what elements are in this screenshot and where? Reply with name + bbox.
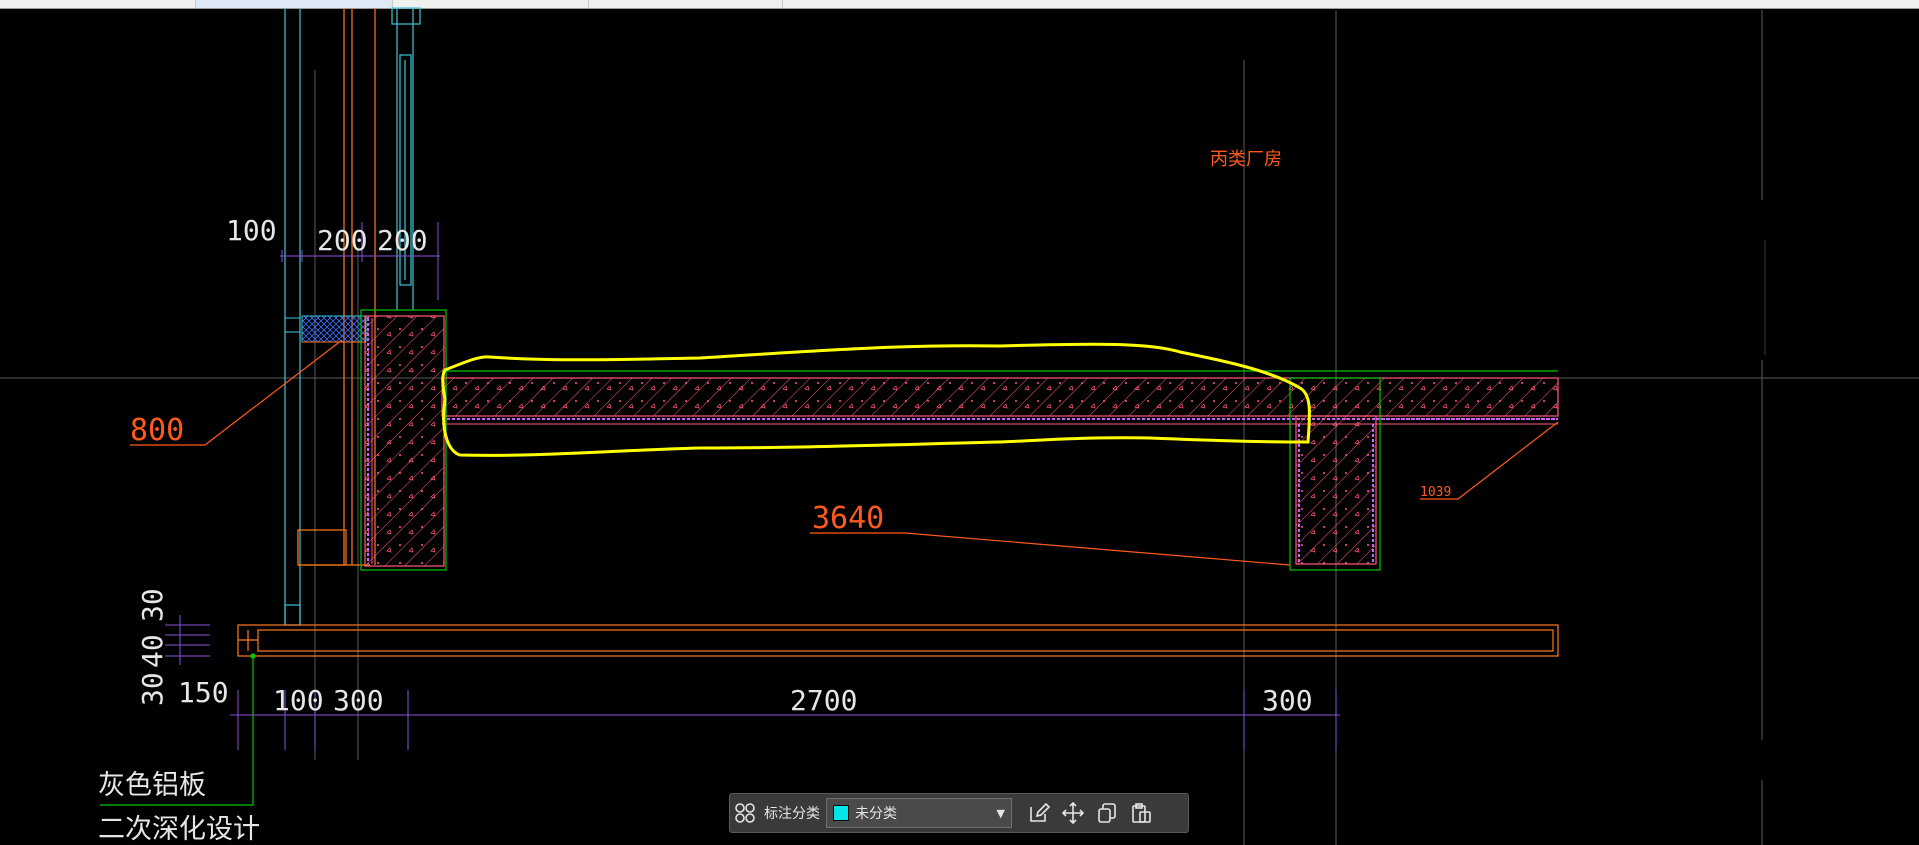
base-plate bbox=[237, 624, 1559, 657]
insulation-block bbox=[284, 315, 367, 343]
notes: 灰色铝板 二次深化设计 bbox=[98, 770, 260, 845]
category-color-swatch bbox=[833, 805, 849, 821]
dim-top-3: 200 bbox=[377, 224, 428, 257]
dim-bottom-3: 2700 bbox=[790, 684, 857, 717]
dim-bottom-2: 300 bbox=[333, 684, 384, 717]
left-concrete-column bbox=[360, 309, 447, 571]
copy-icon[interactable] bbox=[1090, 798, 1124, 828]
category-label: 标注分类 bbox=[764, 806, 820, 822]
dim-left-1: 30 bbox=[136, 588, 169, 622]
concrete-slab bbox=[441, 370, 1559, 425]
cad-drawing-canvas[interactable]: 100 200 200 100 300 2700 300 150 30 40 3… bbox=[0, 0, 1919, 845]
dim-left-3: 30 bbox=[136, 672, 169, 706]
dim-bottom-1: 100 bbox=[273, 684, 324, 717]
dim-top-2: 200 bbox=[317, 224, 368, 257]
reference-lines bbox=[0, 10, 1919, 845]
leader-1039: 1039 bbox=[1420, 485, 1451, 500]
building-type-label: 丙类厂房 bbox=[1210, 149, 1282, 170]
grid-icon[interactable] bbox=[730, 798, 760, 828]
dim-left-2: 40 bbox=[136, 634, 169, 668]
edit-icon[interactable] bbox=[1022, 798, 1056, 828]
category-value: 未分类 bbox=[855, 806, 897, 822]
leader-texts: 800 3640 1039 bbox=[130, 413, 1451, 536]
dimension-lines bbox=[165, 222, 1340, 750]
dim-top-1: 100 bbox=[226, 214, 277, 247]
note-design: 二次深化设计 bbox=[98, 814, 260, 845]
category-select[interactable]: 未分类 ▼ bbox=[826, 798, 1012, 828]
chevron-down-icon: ▼ bbox=[996, 806, 1005, 820]
leader-800: 800 bbox=[130, 413, 184, 448]
dimension-texts: 100 200 200 100 300 2700 300 150 30 40 3… bbox=[136, 214, 1313, 717]
annotation-toolbar: 标注分类 未分类 ▼ bbox=[729, 793, 1189, 833]
dim-bottom-4: 300 bbox=[1262, 684, 1313, 717]
paste-icon[interactable] bbox=[1124, 798, 1158, 828]
leader-3640: 3640 bbox=[812, 501, 884, 536]
note-material: 灰色铝板 bbox=[98, 770, 206, 801]
dim-left-4: 150 bbox=[178, 676, 229, 709]
move-icon[interactable] bbox=[1056, 798, 1090, 828]
